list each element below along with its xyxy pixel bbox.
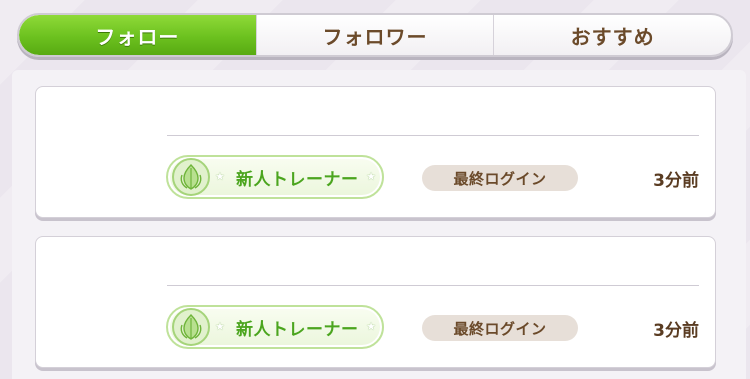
rank-badge: ★ 新人トレーナー ★ [166, 155, 384, 199]
star-icon: ★ [366, 320, 376, 333]
tab-bar: フォロー フォロワー おすすめ [17, 13, 733, 57]
star-icon: ★ [215, 170, 225, 183]
rank-label: 新人トレーナー [236, 169, 359, 190]
tab-follow[interactable]: フォロー [19, 15, 256, 55]
last-login-time: 3分前 [653, 320, 699, 341]
star-icon: ★ [215, 320, 225, 333]
list-item[interactable]: ★ 新人トレーナー ★ 最終ログイン 3分前 [35, 86, 716, 218]
tab-followers[interactable]: フォロワー [255, 15, 494, 55]
last-login-label: 最終ログイン [422, 315, 578, 341]
rank-label: 新人トレーナー [236, 319, 359, 340]
last-login-label: 最終ログイン [422, 165, 578, 191]
card-divider [167, 135, 699, 136]
card-divider [167, 285, 699, 286]
tab-recommended[interactable]: おすすめ [493, 15, 731, 55]
leaf-crest-icon [172, 308, 210, 346]
rank-badge: ★ 新人トレーナー ★ [166, 305, 384, 349]
list-item[interactable]: ★ 新人トレーナー ★ 最終ログイン 3分前 [35, 236, 716, 368]
leaf-crest-icon [172, 158, 210, 196]
last-login-time: 3分前 [653, 170, 699, 191]
star-icon: ★ [366, 170, 376, 183]
